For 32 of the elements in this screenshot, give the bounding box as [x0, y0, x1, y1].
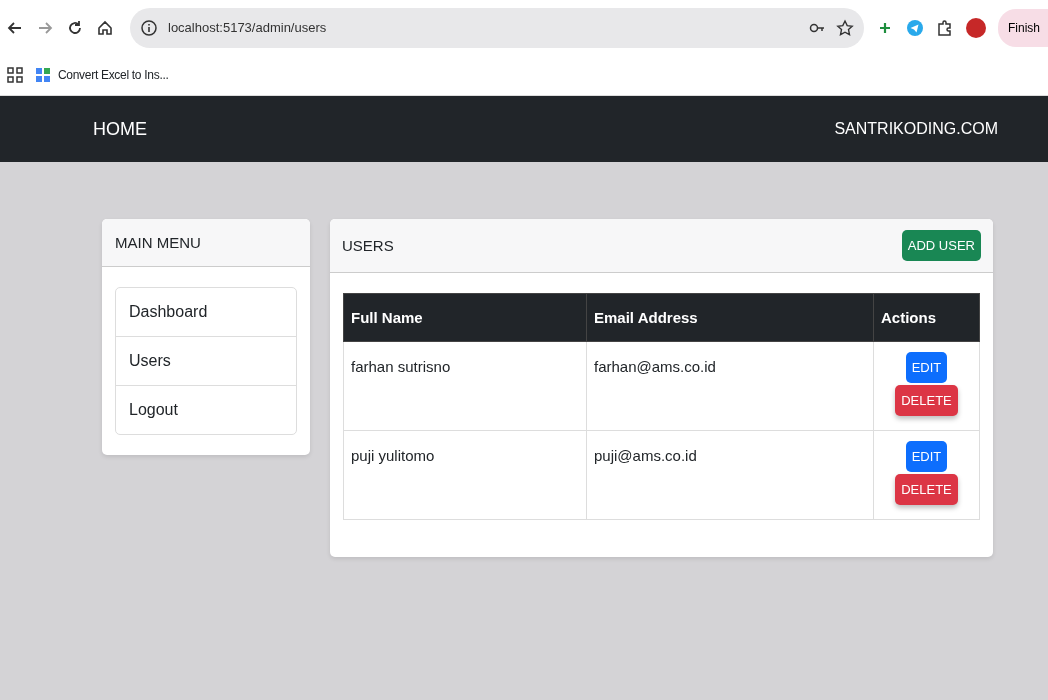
menu-item[interactable]: Logout	[116, 386, 296, 434]
menu-item[interactable]: Dashboard	[116, 288, 296, 337]
card-header: MAIN MENU	[102, 219, 310, 267]
table-cell: farhan sutrisno	[343, 341, 587, 431]
column-header: Actions	[873, 293, 980, 342]
card-title: USERS	[342, 237, 394, 254]
paper-plane-icon[interactable]	[906, 18, 924, 37]
column-header: Full Name	[343, 293, 587, 342]
edit-button[interactable]: EDIT	[905, 441, 948, 472]
menu-item[interactable]: Users	[116, 337, 296, 386]
delete-button[interactable]: DELETE	[895, 385, 958, 416]
edit-button[interactable]: EDIT	[905, 352, 948, 383]
url-text: localhost:5173/admin/users	[168, 20, 328, 35]
star-icon[interactable]	[836, 18, 854, 37]
table-cell: puji yulitomo	[343, 430, 587, 520]
add-user-button[interactable]: ADD USER	[901, 230, 981, 261]
puzzle-icon[interactable]	[936, 18, 954, 37]
address-bar[interactable]: localhost:5173/admin/users	[130, 7, 864, 48]
brand-link[interactable]: HOME	[93, 118, 147, 140]
avatar-icon[interactable]	[966, 17, 986, 38]
delete-button[interactable]: DELETE	[895, 474, 958, 505]
tiles-icon	[34, 66, 52, 84]
bookmark[interactable]: Convert Excel to Ins...	[34, 66, 169, 84]
home-icon[interactable]	[96, 18, 114, 37]
info-icon[interactable]	[140, 18, 158, 37]
table-cell: puji@ams.co.id	[586, 430, 874, 520]
profile-button[interactable]: Finish	[998, 8, 1048, 47]
site-link[interactable]: SANTRIKODING.COM	[834, 120, 998, 138]
table-cell: farhan@ams.co.id	[586, 341, 874, 431]
reload-icon[interactable]	[66, 18, 84, 37]
apps-grid-icon[interactable]	[6, 66, 24, 84]
column-header: Email Address	[586, 293, 874, 342]
